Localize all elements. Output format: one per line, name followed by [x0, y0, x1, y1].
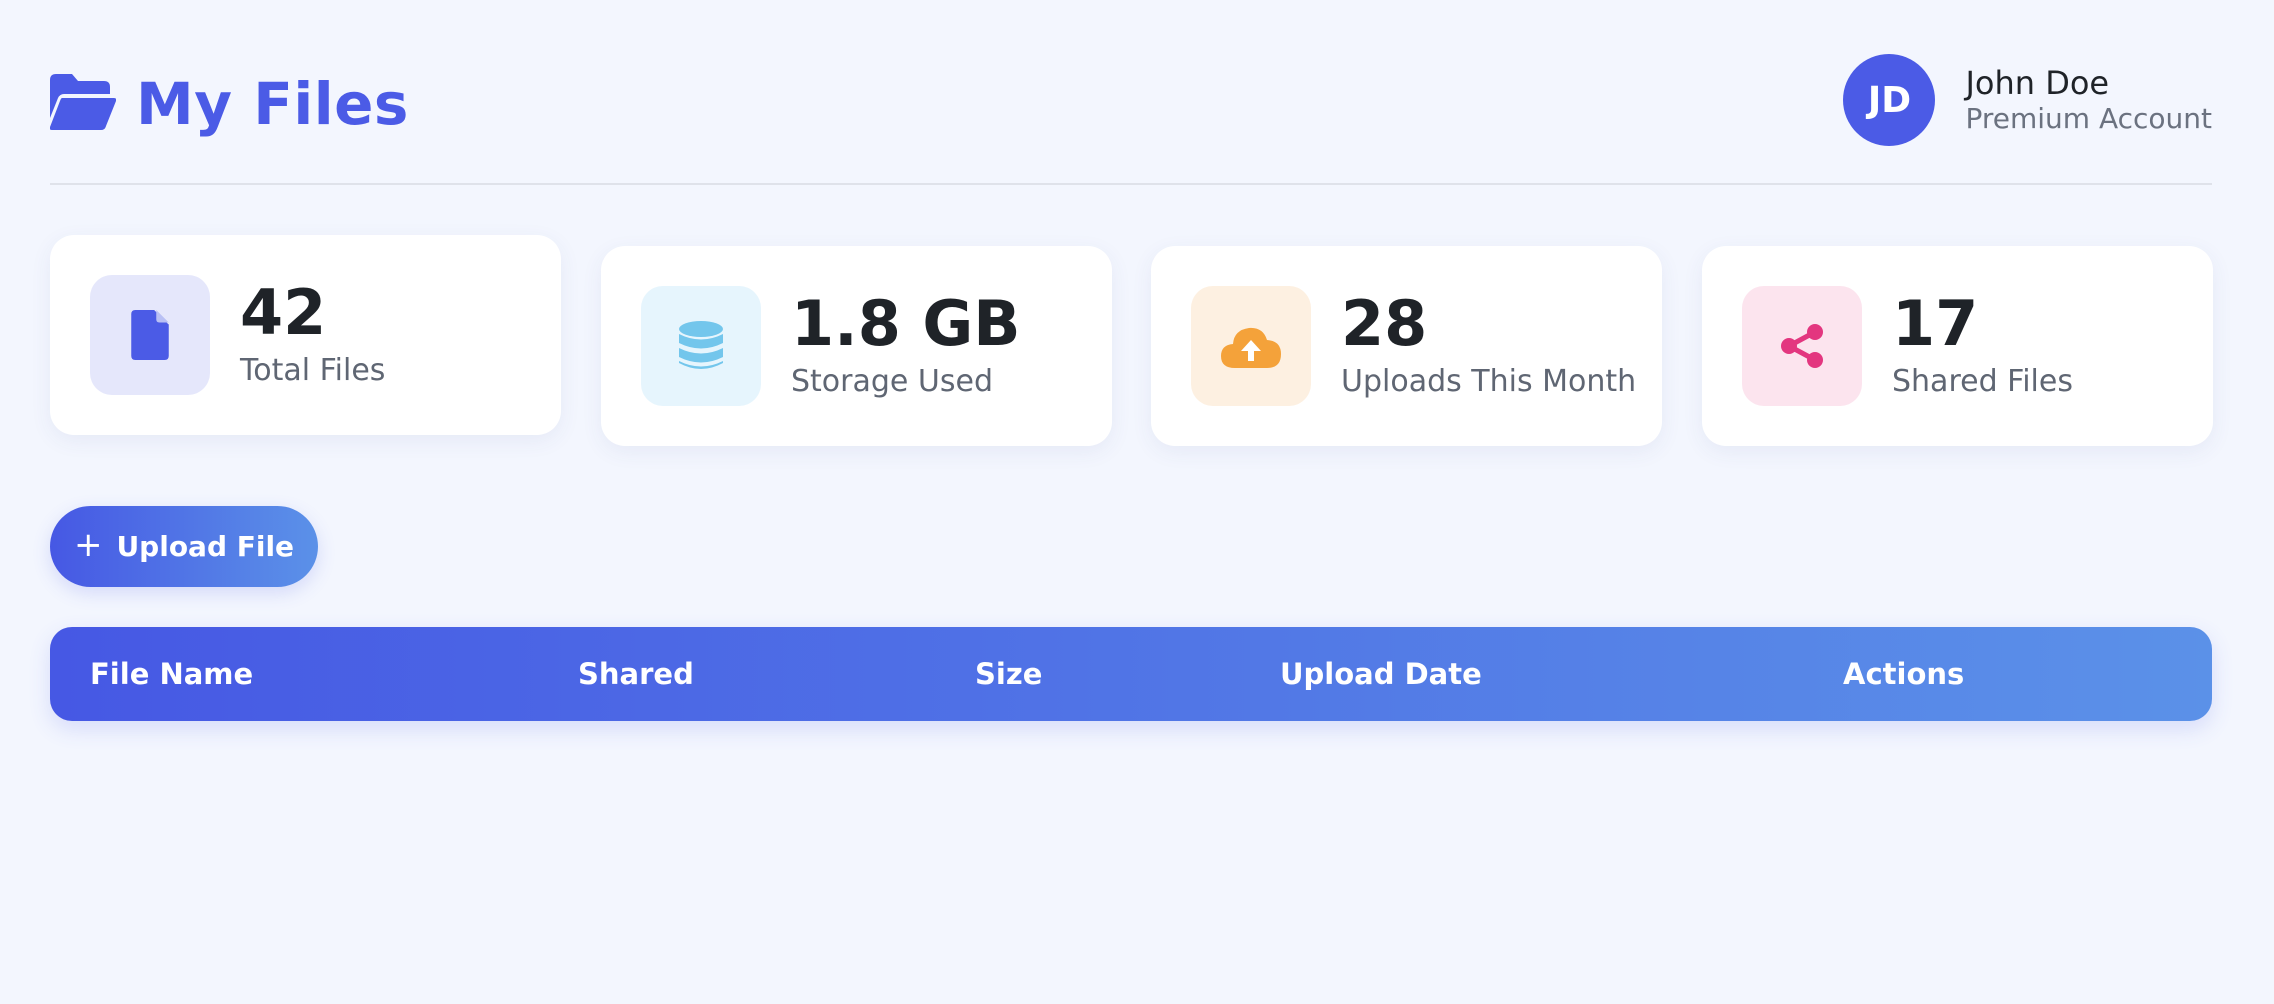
folder-open-icon — [49, 74, 136, 134]
user-name: John Doe — [1965, 64, 2110, 102]
stat-label: Uploads This Month — [1341, 364, 1637, 399]
stat-card-shared: 17 Shared Files — [1702, 246, 2213, 446]
column-header-shared[interactable]: Shared — [578, 627, 694, 721]
stat-value: 1.8 GB — [791, 287, 1021, 360]
stat-label: Storage Used — [791, 364, 994, 399]
upload-file-button[interactable]: + Upload File — [50, 506, 318, 587]
file-icon — [90, 275, 210, 395]
stats-row: 42 Total Files 1.8 GB Storage Used 28 Up… — [50, 235, 2213, 446]
stat-value: 42 — [240, 276, 327, 349]
stat-label: Shared Files — [1892, 364, 2073, 399]
column-header-size[interactable]: Size — [975, 627, 1042, 721]
stat-label: Total Files — [240, 353, 386, 388]
account-type: Premium Account — [1965, 102, 2212, 135]
stat-value: 17 — [1892, 287, 1979, 360]
user-info: John Doe Premium Account — [1965, 64, 2212, 136]
database-icon — [641, 286, 761, 406]
page-header: My Files JD John Doe Premium Account — [49, 40, 2212, 185]
stat-card-total-files: 42 Total Files — [50, 235, 561, 435]
avatar[interactable]: JD — [1843, 54, 1936, 146]
column-header-upload-date[interactable]: Upload Date — [1280, 627, 1482, 721]
share-icon — [1742, 286, 1862, 406]
page-title: My Files — [136, 70, 409, 138]
column-header-file-name[interactable]: File Name — [90, 627, 253, 721]
stat-card-uploads: 28 Uploads This Month — [1151, 246, 1662, 446]
upload-file-label: Upload File — [116, 530, 295, 563]
files-table-header: File Name Shared Size Upload Date Action… — [50, 627, 2212, 721]
plus-icon: + — [73, 524, 103, 565]
stat-card-storage: 1.8 GB Storage Used — [601, 246, 1112, 446]
cloud-upload-icon — [1191, 286, 1311, 406]
column-header-actions: Actions — [1843, 657, 1965, 691]
file-manager-page: My Files JD John Doe Premium Account 42 … — [0, 0, 2274, 1004]
brand: My Files — [49, 70, 409, 138]
stat-value: 28 — [1341, 287, 1428, 360]
user-profile[interactable]: JD John Doe Premium Account — [1843, 54, 2212, 146]
